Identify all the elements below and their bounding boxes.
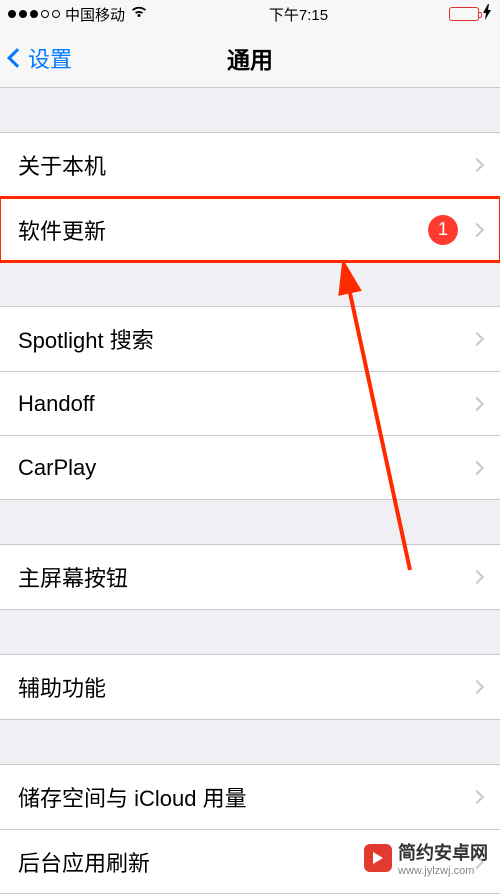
watermark: 简约安卓网 www.jylzwj.com [364, 839, 488, 877]
back-label: 设置 [28, 42, 72, 74]
settings-row[interactable]: 主屏幕按钮 [0, 545, 500, 609]
row-label: CarPlay [18, 455, 472, 481]
chevron-left-icon [7, 48, 27, 68]
status-left: 中国移动 [8, 4, 148, 25]
row-label: Handoff [18, 391, 472, 417]
settings-group: 辅助功能 [0, 654, 500, 720]
row-label: 辅助功能 [18, 671, 472, 703]
settings-row[interactable]: Spotlight 搜索 [0, 307, 500, 371]
status-bar: 中国移动 下午7:15 [0, 0, 500, 28]
settings-row[interactable]: 辅助功能 [0, 655, 500, 719]
settings-row[interactable]: 储存空间与 iCloud 用量 [0, 765, 500, 829]
row-label: 关于本机 [18, 149, 472, 181]
row-label: Spotlight 搜索 [18, 323, 472, 355]
battery-icon [449, 7, 479, 21]
settings-row[interactable]: 软件更新1 [0, 197, 500, 261]
watermark-text: 简约安卓网 [398, 843, 488, 863]
settings-group: 关于本机软件更新1 [0, 132, 500, 262]
settings-group: Spotlight 搜索 Handoff CarPlay [0, 306, 500, 500]
chevron-right-icon [470, 570, 484, 584]
carrier-label: 中国移动 [65, 4, 125, 25]
chevron-right-icon [470, 790, 484, 804]
chevron-right-icon [470, 680, 484, 694]
page-title: 通用 [227, 41, 273, 75]
charging-icon [483, 4, 492, 24]
chevron-right-icon [470, 158, 484, 172]
wifi-icon [130, 5, 148, 23]
signal-strength-icon [8, 10, 60, 18]
back-button[interactable]: 设置 [10, 42, 72, 74]
settings-group: 主屏幕按钮 [0, 544, 500, 610]
settings-row[interactable]: Handoff [0, 371, 500, 435]
chevron-right-icon [470, 332, 484, 346]
chevron-right-icon [470, 222, 484, 236]
row-label: 储存空间与 iCloud 用量 [18, 781, 472, 813]
status-time: 下午7:15 [269, 4, 328, 25]
chevron-right-icon [470, 396, 484, 410]
watermark-icon [364, 844, 392, 872]
badge: 1 [428, 215, 458, 245]
settings-row[interactable]: CarPlay [0, 435, 500, 499]
nav-bar: 设置 通用 [0, 28, 500, 88]
row-label: 软件更新 [18, 214, 428, 246]
row-label: 主屏幕按钮 [18, 561, 472, 593]
chevron-right-icon [470, 460, 484, 474]
status-right [449, 4, 492, 24]
watermark-url: www.jylzwj.com [398, 865, 488, 877]
settings-row[interactable]: 关于本机 [0, 133, 500, 197]
